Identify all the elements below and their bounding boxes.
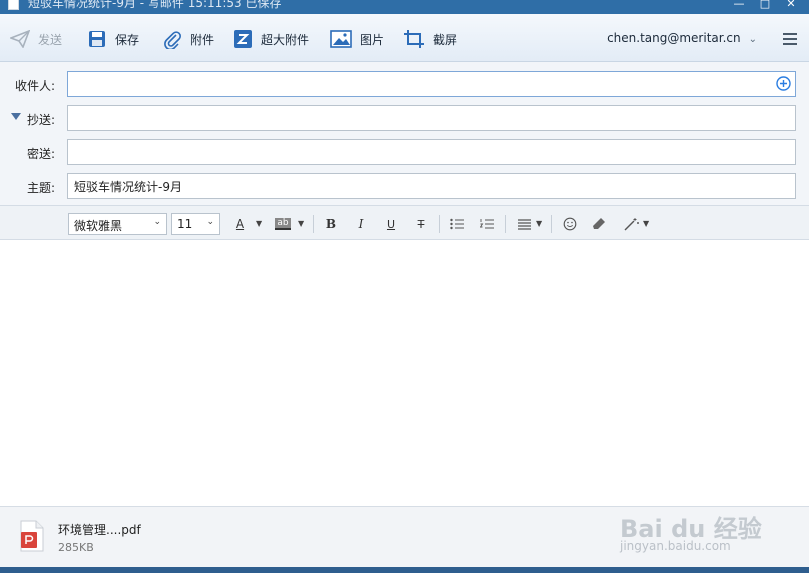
add-contact-icon[interactable] bbox=[776, 76, 791, 91]
window-title-bar: 短驳车情况统计-9月 - 写邮件 15:11:53 已保存 — □ ✕ bbox=[0, 0, 809, 14]
font-size-value: 11 bbox=[177, 217, 193, 231]
numbered-list-icon bbox=[480, 219, 494, 229]
account-selector[interactable]: chen.tang@meritar.cn ⌄ bbox=[607, 31, 757, 45]
cc-label: 抄送: bbox=[26, 113, 55, 127]
attach-label: 附件 bbox=[190, 32, 215, 47]
emoji-icon bbox=[563, 217, 577, 231]
attach-button[interactable]: 附件 bbox=[162, 28, 214, 50]
send-button[interactable]: 发送 bbox=[10, 28, 62, 50]
bcc-row: 密送: bbox=[0, 139, 809, 165]
highlight-icon: ab bbox=[275, 218, 291, 230]
underline-icon: U bbox=[386, 217, 396, 231]
close-button[interactable]: ✕ bbox=[783, 0, 799, 11]
minimize-button[interactable]: — bbox=[731, 0, 747, 11]
magic-wand-icon bbox=[624, 218, 639, 231]
screenshot-button[interactable]: 截屏 bbox=[403, 28, 457, 50]
divider bbox=[313, 215, 314, 233]
attachment-panel: 环境管理....pdf 285KB Bai du 经验 jingyan.baid… bbox=[0, 506, 809, 567]
font-color-icon: A bbox=[235, 217, 245, 231]
hamburger-menu-icon[interactable] bbox=[783, 33, 797, 45]
large-attachment-label: 超大附件 bbox=[261, 32, 310, 47]
divider bbox=[439, 215, 440, 233]
underline-button[interactable]: U bbox=[382, 215, 400, 233]
numbered-list-button[interactable] bbox=[478, 215, 496, 233]
format-toolbar: 微软雅黑 ⌄ 11 ⌄ A ▼ ab ▼ B I U T ▼ ▼ bbox=[0, 205, 809, 240]
bcc-label: 密送: bbox=[26, 147, 55, 161]
divider bbox=[505, 215, 506, 233]
font-family-select[interactable]: 微软雅黑 ⌄ bbox=[68, 213, 167, 235]
font-family-value: 微软雅黑 bbox=[74, 219, 123, 233]
save-label: 保存 bbox=[115, 32, 140, 47]
message-body-editor[interactable] bbox=[0, 240, 809, 506]
to-field[interactable] bbox=[67, 71, 796, 97]
watermark-url: jingyan.baidu.com bbox=[620, 539, 731, 553]
subject-field[interactable] bbox=[67, 173, 796, 199]
baidu-jingyan-watermark: Bai du 经验 jingyan.baidu.com bbox=[620, 507, 770, 563]
strikethrough-button[interactable]: T bbox=[412, 215, 430, 233]
pdf-file-icon[interactable] bbox=[20, 520, 44, 552]
subject-label: 主题: bbox=[26, 181, 55, 195]
strikethrough-icon: T bbox=[417, 217, 425, 231]
align-button[interactable] bbox=[515, 215, 533, 233]
send-label: 发送 bbox=[38, 32, 63, 47]
chevron-down-icon: ⌄ bbox=[206, 217, 214, 227]
attachment-name[interactable]: 环境管理....pdf bbox=[58, 521, 141, 538]
bold-button[interactable]: B bbox=[322, 215, 340, 233]
large-attachment-icon bbox=[233, 29, 253, 49]
chevron-down-icon: ⌄ bbox=[748, 34, 757, 45]
attachment-size: 285KB bbox=[58, 541, 94, 554]
maximize-button[interactable]: □ bbox=[757, 0, 773, 11]
large-attachment-button[interactable]: 超大附件 bbox=[233, 28, 309, 50]
bottom-edge-bar bbox=[0, 567, 809, 573]
eraser-broom-icon bbox=[593, 218, 605, 229]
font-color-dropdown[interactable]: ▼ bbox=[256, 219, 262, 228]
font-color-button[interactable]: A bbox=[231, 215, 249, 233]
cc-field[interactable] bbox=[67, 105, 796, 131]
emoji-button[interactable] bbox=[561, 215, 579, 233]
to-label: 收件人: bbox=[14, 79, 55, 93]
italic-icon: I bbox=[358, 217, 364, 231]
screenshot-label: 截屏 bbox=[433, 32, 458, 47]
bullet-list-icon bbox=[450, 218, 464, 230]
highlight-dropdown[interactable]: ▼ bbox=[298, 219, 304, 228]
divider bbox=[551, 215, 552, 233]
magic-wand-button[interactable] bbox=[623, 215, 641, 233]
subject-row: 主题: bbox=[0, 173, 809, 199]
italic-button[interactable]: I bbox=[352, 215, 370, 233]
screenshot-crop-icon bbox=[403, 29, 425, 49]
paperclip-icon bbox=[162, 29, 182, 49]
to-row: 收件人: bbox=[0, 71, 809, 97]
compose-toolbar: 发送 保存 附件 超大附件 图片 截屏 chen.tang@meritar.cn… bbox=[0, 14, 809, 62]
align-dropdown[interactable]: ▼ bbox=[536, 219, 542, 228]
align-icon bbox=[517, 218, 531, 230]
document-icon bbox=[8, 0, 19, 10]
send-icon bbox=[10, 29, 30, 49]
bullet-list-button[interactable] bbox=[448, 215, 466, 233]
bold-icon: B bbox=[325, 217, 337, 231]
font-size-select[interactable]: 11 ⌄ bbox=[171, 213, 220, 235]
clear-format-button[interactable] bbox=[590, 215, 608, 233]
save-button[interactable]: 保存 bbox=[87, 28, 139, 50]
insert-image-button[interactable]: 图片 bbox=[330, 28, 384, 50]
save-icon bbox=[87, 29, 107, 49]
magic-wand-dropdown[interactable]: ▼ bbox=[643, 219, 649, 228]
compose-header-fields: 收件人: 抄送: 密送: 主题: bbox=[0, 62, 809, 205]
image-icon bbox=[330, 29, 352, 49]
image-label: 图片 bbox=[360, 32, 385, 47]
highlight-button[interactable]: ab bbox=[273, 215, 293, 233]
account-email: chen.tang@meritar.cn bbox=[607, 31, 741, 45]
chevron-down-icon: ⌄ bbox=[153, 217, 161, 227]
bcc-field[interactable] bbox=[67, 139, 796, 165]
window-title: 短驳车情况统计-9月 - 写邮件 15:11:53 已保存 bbox=[28, 0, 282, 10]
cc-row: 抄送: bbox=[0, 105, 809, 131]
